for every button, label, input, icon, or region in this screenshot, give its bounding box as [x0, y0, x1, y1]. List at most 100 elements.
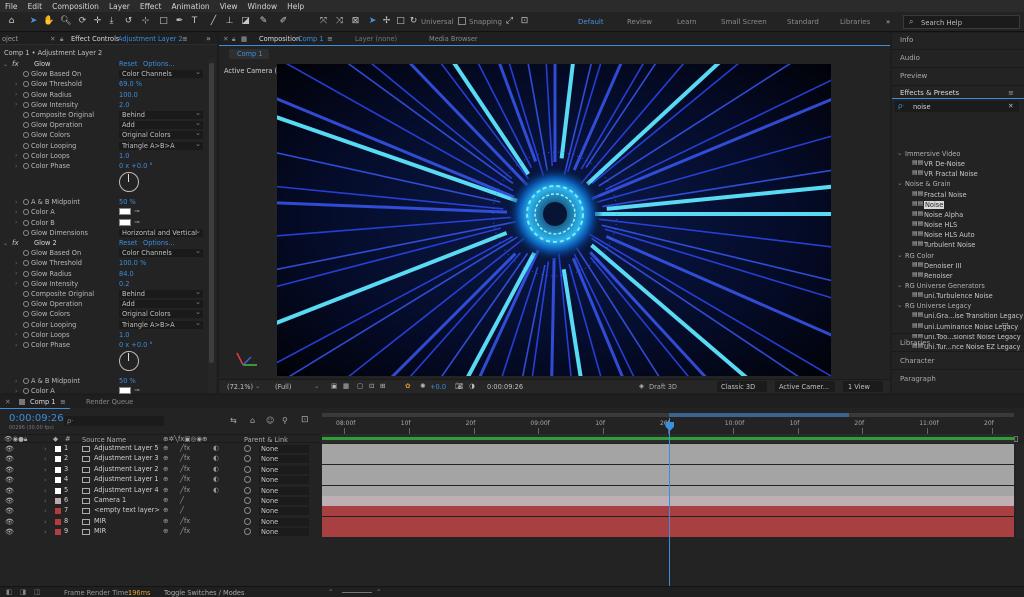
label-color-chip[interactable] — [55, 477, 61, 484]
property-value[interactable]: 1.0 — [119, 152, 130, 160]
box-camera-icon[interactable]: □ — [395, 16, 406, 27]
stopwatch-icon[interactable] — [23, 112, 29, 119]
layer-duration-bar[interactable] — [322, 506, 1014, 517]
stopwatch-icon[interactable] — [23, 163, 29, 170]
snap-options-icon[interactable]: ⤢ — [504, 16, 515, 27]
layer-name[interactable]: Adjustment Layer 5 — [94, 444, 159, 452]
color-channel-icon[interactable]: ✿ — [405, 382, 411, 390]
resolution-select[interactable]: (Full) — [275, 383, 291, 391]
eyedropper-icon[interactable]: ⊸ — [134, 386, 140, 394]
toggle-switches-modes[interactable]: Toggle Switches / Modes — [164, 589, 244, 597]
stopwatch-icon[interactable] — [23, 291, 29, 298]
eyedropper-icon[interactable]: ⊸ — [134, 218, 140, 226]
shy-switch-icon[interactable]: ⊕ — [163, 496, 169, 504]
menu-composition[interactable]: Composition — [47, 2, 104, 11]
magnification-select[interactable]: (72.1%) — [227, 383, 253, 391]
panel-menu-icon[interactable]: ≡ — [1008, 89, 1014, 97]
tab-timeline-comp[interactable]: Comp 1 — [30, 398, 56, 406]
quality-switch-icon[interactable]: ╱fx — [180, 486, 190, 494]
parent-link-select[interactable]: None — [259, 486, 309, 495]
visibility-eye-icon[interactable]: 👁︎ — [5, 445, 14, 453]
expand-caret-icon[interactable]: › — [44, 528, 47, 536]
property-value[interactable]: 50 % — [119, 377, 136, 385]
label-color-chip[interactable] — [55, 446, 61, 452]
view-layout-select[interactable]: 1 View — [843, 381, 883, 392]
orbit-camera-icon[interactable]: ➤ — [367, 16, 378, 27]
expand-caret-icon[interactable]: › — [15, 270, 17, 277]
effect-controls-scrollbar[interactable] — [208, 59, 216, 393]
stopwatch-icon[interactable] — [23, 142, 29, 149]
brush-tool-icon[interactable]: ╱ — [208, 16, 219, 27]
menu-window[interactable]: Window — [243, 2, 283, 11]
stopwatch-icon[interactable] — [23, 280, 29, 287]
effect-preset-item[interactable]: ▤▤ VR Fractal Noise — [896, 169, 1020, 179]
expand-caret-icon[interactable]: › — [15, 342, 17, 349]
quality-switch-icon[interactable]: ╱fx — [180, 444, 190, 452]
reset-camera-icon[interactable]: ↻ — [408, 16, 419, 27]
selection-tool-icon[interactable]: ➤ — [28, 16, 39, 27]
layer-row[interactable]: 👁︎ › 4 Adjustment Layer 1 ⊕ ╱fx ◐ None — [0, 475, 1016, 486]
expand-caret-icon[interactable]: › — [44, 476, 47, 484]
property-value[interactable]: 2.0 — [119, 101, 130, 109]
tab-layer[interactable]: Layer (none) — [355, 35, 397, 43]
layer-duration-bar[interactable] — [322, 516, 1014, 527]
collapse-caret-icon[interactable]: ⌄ — [3, 240, 8, 247]
label-color-chip[interactable] — [55, 498, 61, 504]
workspace-default[interactable]: Default — [578, 18, 604, 26]
layer-switches-icon[interactable]: ◧ — [6, 588, 12, 596]
pick-whip-icon[interactable] — [244, 445, 251, 452]
orbit-tool-icon[interactable]: ⟳ — [77, 16, 88, 27]
effect-category[interactable]: ⌄ RG Color — [896, 251, 1020, 261]
menu-effect[interactable]: Effect — [135, 2, 167, 11]
pick-whip-icon[interactable] — [244, 486, 251, 494]
zoom-in-icon[interactable]: ⌃ — [376, 588, 382, 596]
menu-view[interactable]: View — [215, 2, 243, 11]
home-icon[interactable]: ⌂ — [6, 16, 17, 27]
shy-switch-icon[interactable]: ⊕ — [163, 527, 169, 535]
expand-caret-icon[interactable]: › — [15, 152, 17, 159]
stopwatch-icon[interactable] — [23, 101, 29, 108]
visibility-eye-icon[interactable]: 👁︎ — [5, 507, 14, 515]
expand-caret-icon[interactable]: › — [15, 331, 17, 338]
workspace-learn[interactable]: Learn — [677, 18, 697, 26]
parent-link-select[interactable]: None — [259, 528, 309, 537]
stopwatch-icon[interactable] — [23, 81, 29, 88]
color-swatch[interactable] — [119, 208, 131, 216]
label-color-chip[interactable] — [55, 487, 61, 494]
pick-whip-icon[interactable] — [244, 465, 251, 473]
pick-whip-icon[interactable] — [244, 497, 251, 504]
visibility-eye-icon[interactable]: 👁︎ — [5, 497, 14, 505]
character-panel-header[interactable]: Character — [892, 351, 1024, 369]
property-value[interactable]: 1.0 — [119, 331, 130, 339]
expand-caret-icon[interactable]: › — [15, 91, 17, 98]
snapshot-camera-icon[interactable]: 📷︎ — [455, 382, 463, 390]
effect-category[interactable]: ⌄ Noise & Grain — [896, 179, 1020, 189]
layer-name[interactable]: <empty text layer> — [94, 506, 160, 514]
stopwatch-icon[interactable] — [23, 91, 29, 98]
shy-switch-icon[interactable]: ⊕ — [163, 506, 169, 514]
pen-tool-icon[interactable]: ✒ — [174, 16, 185, 27]
pick-whip-icon[interactable] — [244, 517, 251, 525]
quality-switch-icon[interactable]: ╱fx — [180, 475, 190, 483]
exposure-value[interactable]: +0.0 — [430, 383, 446, 391]
parent-link-select[interactable]: None — [259, 507, 309, 516]
tab-effect-controls[interactable]: Effect Controls — [71, 35, 119, 43]
visibility-eye-icon[interactable]: 👁︎ — [5, 466, 14, 474]
panel-overflow-icon[interactable]: » — [206, 34, 211, 43]
stopwatch-icon[interactable] — [23, 229, 29, 236]
property-value[interactable]: 84.0 — [119, 270, 134, 278]
layer-name[interactable]: Adjustment Layer 2 — [94, 465, 159, 473]
draft-3d-toggle-icon[interactable]: ⌂ — [250, 416, 255, 425]
comp-navigator-tab[interactable]: Comp 1 — [229, 49, 269, 59]
visibility-eye-icon[interactable]: 👁︎ — [5, 487, 14, 495]
stopwatch-icon[interactable] — [23, 342, 29, 349]
effect-category[interactable]: ⌄ RG Universe Generators — [896, 281, 1020, 291]
rotation-tool-icon[interactable]: ↺ — [123, 16, 134, 27]
adjustment-switch-icon[interactable]: ◐ — [213, 486, 219, 494]
label-color-chip[interactable] — [55, 529, 61, 536]
expand-caret-icon[interactable]: › — [15, 199, 17, 206]
visibility-eye-icon[interactable]: 👁︎ — [5, 476, 14, 484]
camera-view-select[interactable]: Active Camer... — [775, 381, 835, 392]
composition-viewer[interactable] — [277, 64, 831, 376]
quality-switch-icon[interactable]: ╱fx — [180, 527, 190, 535]
